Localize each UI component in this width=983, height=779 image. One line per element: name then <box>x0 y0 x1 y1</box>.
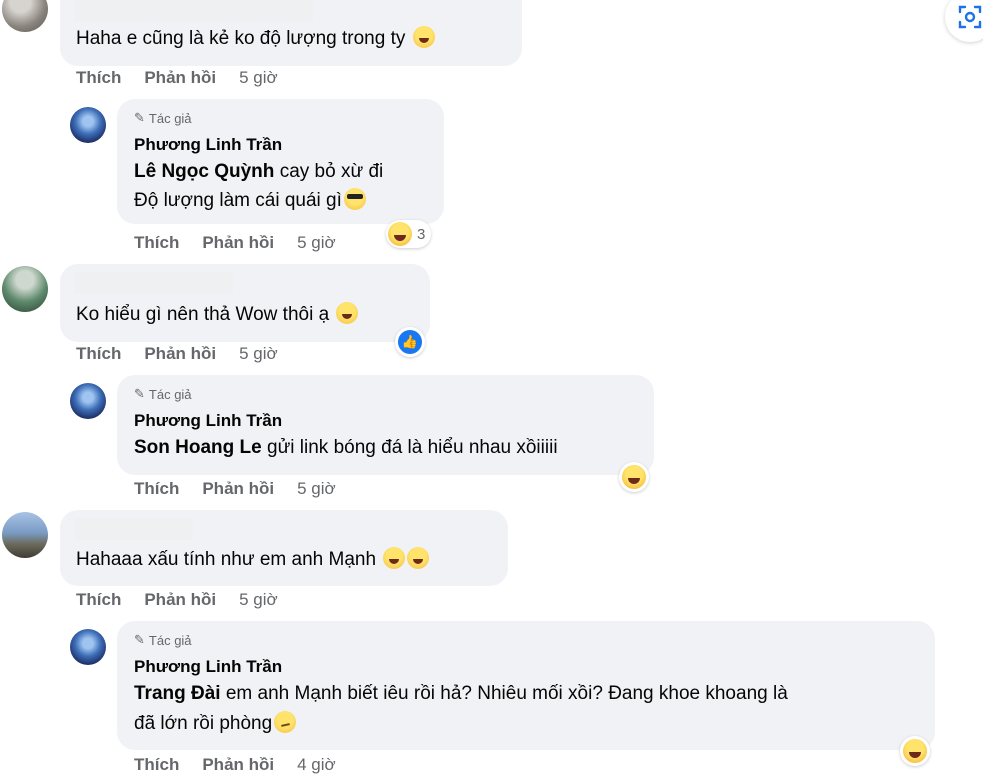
reply-link[interactable]: Phản hồi <box>202 479 274 499</box>
blurred-commenter-name <box>75 518 193 540</box>
pencil-icon: ✎ <box>134 632 145 647</box>
visual-search-icon <box>958 5 982 29</box>
reply-actions: Thích Phản hồi 5 giờ <box>134 233 336 253</box>
reply-author-name[interactable]: Phương Linh Trần <box>134 657 282 677</box>
reply-link[interactable]: Phản hồi <box>202 233 274 253</box>
reaction-summary[interactable]: 3 <box>386 220 432 248</box>
author-avatar[interactable] <box>70 629 106 665</box>
author-badge: ✎ Tác giả <box>134 110 192 126</box>
comment-text: Haha e cũng là kẻ ko độ lượng trong ty <box>76 26 435 52</box>
reply-author-name[interactable]: Phương Linh Trần <box>134 411 282 431</box>
author-avatar[interactable] <box>70 107 106 143</box>
reply-time[interactable]: 5 giờ <box>297 479 336 499</box>
blurred-commenter-name <box>75 0 313 22</box>
laughing-emoji <box>383 547 406 569</box>
sunglasses-emoji <box>343 188 366 210</box>
blurred-commenter-name <box>75 272 233 294</box>
commenter-avatar[interactable] <box>2 0 48 32</box>
comment-actions: Thích Phản hồi 5 giờ <box>76 68 278 88</box>
reaction-summary[interactable] <box>900 736 930 766</box>
author-avatar[interactable] <box>70 383 106 419</box>
visual-search-button[interactable] <box>945 0 983 42</box>
reaction-summary[interactable]: 👍 <box>395 327 425 357</box>
author-badge: ✎ Tác giả <box>134 386 192 402</box>
mention-link[interactable]: Son Hoang Le <box>134 437 262 458</box>
reply-text-line2: Độ lượng làm cái quái gì <box>134 188 366 214</box>
reply-text-line1: Trang Đài em anh Mạnh biết iêu rồi hả? N… <box>134 683 788 704</box>
like-link[interactable]: Thích <box>76 344 121 364</box>
reply-actions: Thích Phản hồi 5 giờ <box>134 479 336 499</box>
like-link[interactable]: Thích <box>76 590 121 610</box>
comment-text: Ko hiểu gì nên thả Wow thôi ạ <box>76 302 359 328</box>
like-link[interactable]: Thích <box>134 479 179 499</box>
like-link[interactable]: Thích <box>76 68 121 88</box>
like-reaction-icon: 👍 <box>398 330 422 354</box>
comment-actions: Thích Phản hồi 5 giờ <box>76 344 278 364</box>
reply-author-name[interactable]: Phương Linh Trần <box>134 135 282 155</box>
reply-time[interactable]: 5 giờ <box>297 233 336 253</box>
laughing-emoji <box>407 547 430 569</box>
mention-link[interactable]: Trang Đài <box>134 683 221 704</box>
smirk-emoji <box>274 711 297 733</box>
comment-text: Hahaaa xấu tính như em anh Mạnh <box>76 547 430 573</box>
reply-link[interactable]: Phản hồi <box>202 755 274 775</box>
commenter-avatar[interactable] <box>2 512 48 558</box>
comment-time[interactable]: 5 giờ <box>239 344 278 364</box>
like-link[interactable]: Thích <box>134 233 179 253</box>
laughing-emoji <box>336 302 359 324</box>
pencil-icon: ✎ <box>134 110 145 125</box>
laughing-emoji <box>412 26 435 48</box>
reaction-summary[interactable] <box>619 462 649 492</box>
comment-time[interactable]: 5 giờ <box>239 590 278 610</box>
comment-actions: Thích Phản hồi 5 giờ <box>76 590 278 610</box>
reply-link[interactable]: Phản hồi <box>144 344 216 364</box>
author-badge: ✎ Tác giả <box>134 632 192 648</box>
laughing-emoji <box>622 465 646 489</box>
comment-time[interactable]: 5 giờ <box>239 68 278 88</box>
reply-time[interactable]: 4 giờ <box>297 755 336 775</box>
reply-link[interactable]: Phản hồi <box>144 68 216 88</box>
laughing-emoji <box>903 739 927 763</box>
like-link[interactable]: Thích <box>134 755 179 775</box>
reply-text-line1: Son Hoang Le gửi link bóng đá là hiểu nh… <box>134 437 558 458</box>
reaction-count: 3 <box>417 225 426 243</box>
pencil-icon: ✎ <box>134 386 145 401</box>
reply-link[interactable]: Phản hồi <box>144 590 216 610</box>
commenter-avatar[interactable] <box>2 266 48 312</box>
mention-link[interactable]: Lê Ngọc Quỳnh <box>134 161 274 182</box>
reply-text-line2: đã lớn rồi phòng <box>134 711 297 737</box>
laughing-emoji <box>388 222 412 246</box>
reply-actions: Thích Phản hồi 4 giờ <box>134 755 336 775</box>
reply-text-line1: Lê Ngọc Quỳnh cay bỏ xừ đi <box>134 161 384 182</box>
